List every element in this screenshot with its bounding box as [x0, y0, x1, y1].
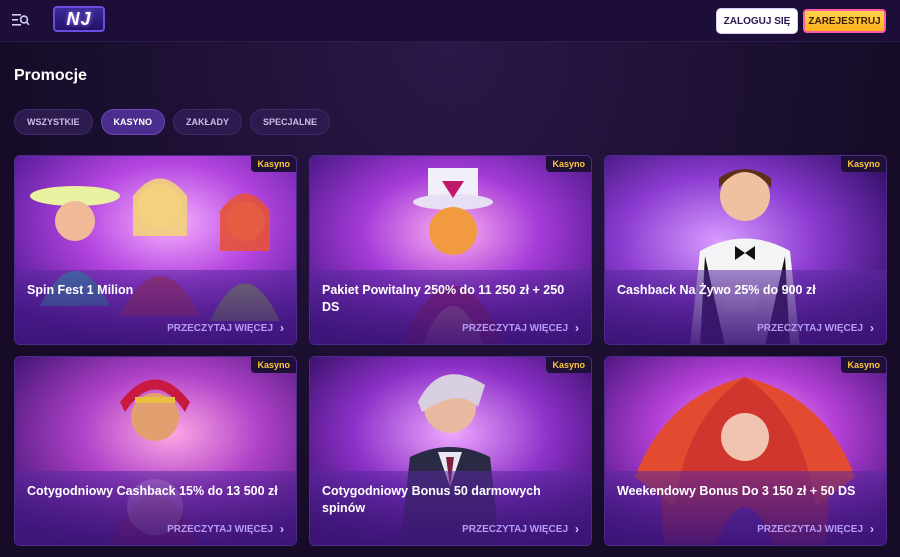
promo-card[interactable]: Kasyno Cashback Na Żywo 25% do 900 zł PR… [604, 155, 887, 345]
promo-title: Spin Fest 1 Milion [27, 283, 134, 297]
category-badge: Kasyno [251, 357, 296, 373]
read-more-label: PRZECZYTAJ WIĘCEJ [167, 523, 273, 535]
promo-title: Cotygodniowy Bonus 50 darmowych spinów [322, 484, 541, 515]
read-more-label: PRZECZYTAJ WIĘCEJ [462, 523, 568, 535]
filter-all[interactable]: WSZYSTKIE [14, 109, 93, 135]
filter-casino[interactable]: KASYNO [100, 109, 166, 135]
category-badge: Kasyno [546, 357, 591, 373]
read-more-link[interactable]: PRZECZYTAJ WIĘCEJ › [757, 522, 874, 536]
filter-special[interactable]: SPECJALNE [250, 109, 331, 135]
chevron-right-icon: › [280, 321, 284, 335]
read-more-link[interactable]: PRZECZYTAJ WIĘCEJ › [462, 321, 579, 335]
page-title: Promocje [14, 67, 87, 84]
chevron-right-icon: › [575, 522, 579, 536]
read-more-link[interactable]: PRZECZYTAJ WIĘCEJ › [167, 522, 284, 536]
filter-tabs: WSZYSTKIE KASYNO ZAKŁADY SPECJALNE [14, 109, 331, 135]
brand-logo[interactable]: NJ [53, 6, 105, 32]
promotions-page: Promocje WSZYSTKIE KASYNO ZAKŁADY SPECJA… [0, 42, 900, 557]
category-badge: Kasyno [841, 357, 886, 373]
promo-card[interactable]: Kasyno Pakiet Powitalny 250% do 11 250 z… [309, 155, 592, 345]
promo-title: Cashback Na Żywo 25% do 900 zł [617, 283, 816, 297]
promo-title: Weekendowy Bonus Do 3 150 zł + 50 DS [617, 484, 856, 498]
promo-title: Cotygodniowy Cashback 15% do 13 500 zł [27, 484, 278, 498]
category-badge: Kasyno [546, 156, 591, 172]
read-more-label: PRZECZYTAJ WIĘCEJ [757, 523, 863, 535]
read-more-label: PRZECZYTAJ WIĘCEJ [167, 322, 273, 334]
chevron-right-icon: › [280, 522, 284, 536]
login-button[interactable]: ZALOGUJ SIĘ [717, 9, 797, 33]
category-badge: Kasyno [841, 156, 886, 172]
promotion-grid: Kasyno Spin Fest 1 Milion PRZECZYTAJ WIĘ… [14, 155, 887, 546]
read-more-label: PRZECZYTAJ WIĘCEJ [757, 322, 863, 334]
menu-search-icon[interactable] [12, 12, 30, 28]
register-button[interactable]: ZAREJESTRUJ [803, 9, 886, 33]
read-more-link[interactable]: PRZECZYTAJ WIĘCEJ › [757, 321, 874, 335]
top-bar: NJ ZALOGUJ SIĘ ZAREJESTRUJ [0, 0, 900, 42]
promo-card[interactable]: Kasyno Weekendowy Bonus Do 3 150 zł + 50… [604, 356, 887, 546]
chevron-right-icon: › [575, 321, 579, 335]
category-badge: Kasyno [251, 156, 296, 172]
read-more-link[interactable]: PRZECZYTAJ WIĘCEJ › [167, 321, 284, 335]
chevron-right-icon: › [870, 522, 874, 536]
promo-card[interactable]: Kasyno Spin Fest 1 Milion PRZECZYTAJ WIĘ… [14, 155, 297, 345]
read-more-link[interactable]: PRZECZYTAJ WIĘCEJ › [462, 522, 579, 536]
promo-title: Pakiet Powitalny 250% do 11 250 zł + 250… [322, 283, 565, 314]
chevron-right-icon: › [870, 321, 874, 335]
filter-sports[interactable]: ZAKŁADY [173, 109, 243, 135]
promo-card[interactable]: Kasyno Cotygodniowy Bonus 50 darmowych s… [309, 356, 592, 546]
read-more-label: PRZECZYTAJ WIĘCEJ [462, 322, 568, 334]
promo-card[interactable]: Kasyno Cotygodniowy Cashback 15% do 13 5… [14, 356, 297, 546]
